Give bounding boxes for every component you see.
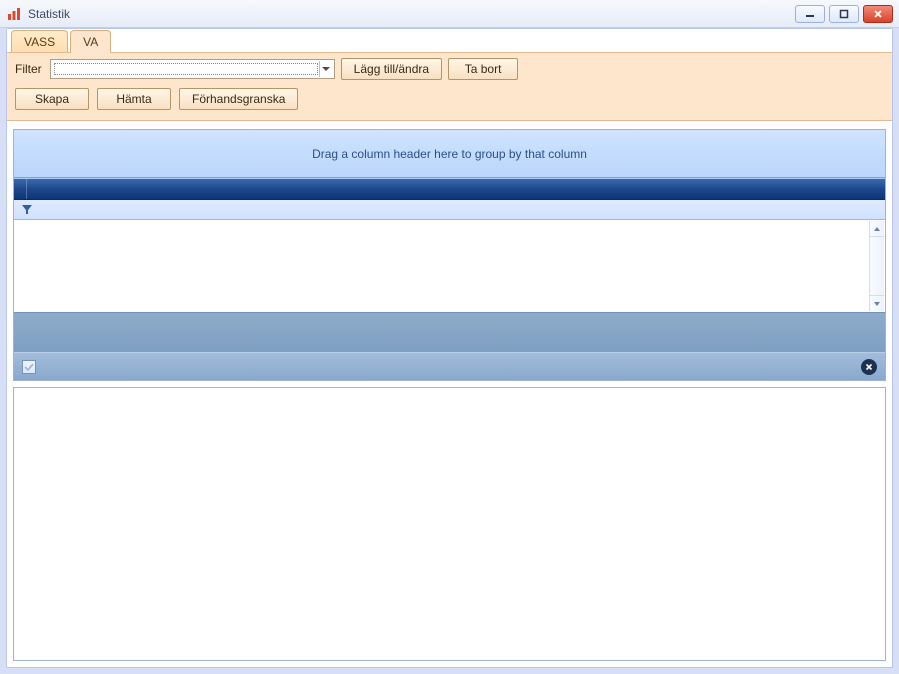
window-controls: [795, 5, 893, 23]
grid-body[interactable]: [14, 220, 885, 312]
filter-edit-button[interactable]: Lägg till/ändra: [341, 58, 442, 80]
window-title: Statistik: [28, 7, 70, 21]
group-by-panel[interactable]: Drag a column header here to group by th…: [14, 130, 885, 178]
client-area: VASS VA Filter Lägg till/ändra Ta bort S…: [6, 28, 893, 668]
filter-select[interactable]: [50, 59, 335, 79]
filter-row[interactable]: [14, 200, 885, 220]
scroll-down-icon[interactable]: [870, 295, 884, 311]
tab-vass[interactable]: VASS: [11, 30, 68, 52]
titlebar: Statistik: [0, 0, 899, 28]
fetch-button[interactable]: Hämta: [97, 88, 171, 110]
group-by-hint: Drag a column header here to group by th…: [312, 147, 587, 161]
button-label: Ta bort: [465, 62, 502, 76]
vertical-scrollbar[interactable]: [869, 221, 884, 311]
content: Drag a column header here to group by th…: [13, 129, 886, 661]
clear-filter-button[interactable]: [861, 359, 877, 375]
toolstrip: Filter Lägg till/ändra Ta bort Skapa Häm…: [7, 53, 892, 121]
grid-footer: [14, 312, 885, 352]
tab-va[interactable]: VA: [70, 30, 111, 53]
data-grid: Drag a column header here to group by th…: [13, 129, 886, 381]
app-icon: [6, 6, 22, 22]
column-header-row[interactable]: [14, 178, 885, 200]
minimize-button[interactable]: [795, 5, 825, 23]
filter-checkbox[interactable]: [22, 360, 36, 374]
filter-label: Filter: [15, 62, 42, 76]
button-label: Hämta: [116, 92, 151, 106]
scroll-up-icon[interactable]: [870, 221, 884, 237]
grid-statusbar: [14, 352, 885, 380]
filter-remove-button[interactable]: Ta bort: [448, 58, 518, 80]
tab-label: VASS: [24, 35, 55, 49]
tab-label: VA: [83, 35, 98, 49]
chevron-down-icon: [319, 61, 332, 77]
create-button[interactable]: Skapa: [15, 88, 89, 110]
button-label: Lägg till/ändra: [354, 62, 429, 76]
button-label: Skapa: [35, 92, 69, 106]
button-label: Förhandsgranska: [192, 92, 285, 106]
maximize-button[interactable]: [829, 5, 859, 23]
filter-icon: [20, 203, 34, 217]
detail-panel: [13, 387, 886, 661]
close-button[interactable]: [863, 5, 893, 23]
preview-button[interactable]: Förhandsgranska: [179, 88, 298, 110]
tabstrip: VASS VA: [7, 29, 892, 53]
